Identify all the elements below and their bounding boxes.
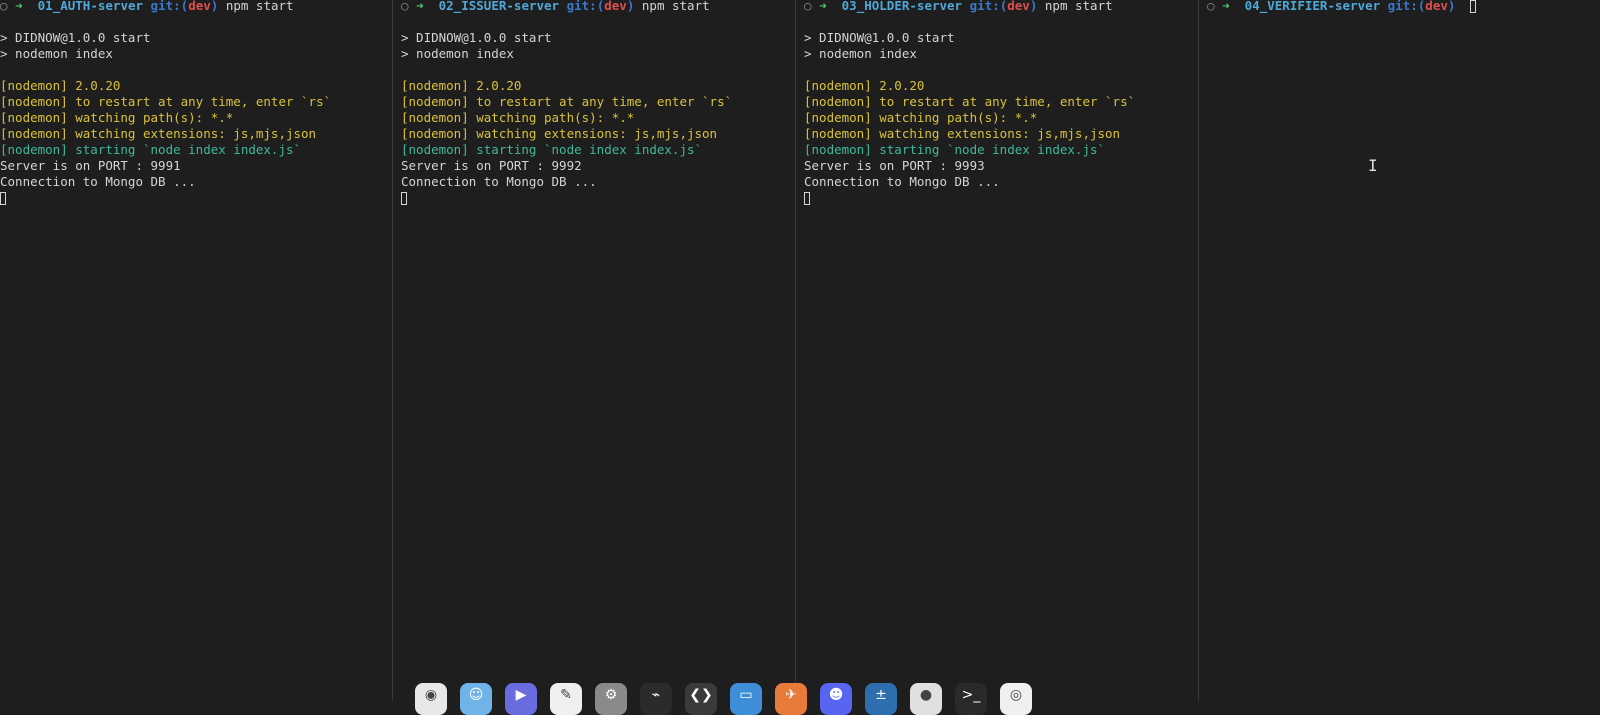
macos-dock: ◉ ☺ ▶ ✎ ⚙ ⌁ ❮❯ ▭ ✈ ☻ ± ● >_ ◎ [415,683,1032,715]
prompt-git-label: git:( [969,0,1008,13]
output-line: Server is on PORT : 9991 [0,158,181,173]
terminal-output: ○ ➜ 03_HOLDER-server git:(dev) npm start… [804,0,1194,206]
terminal-cursor [1470,0,1477,13]
output-line: Connection to Mongo DB ... [0,174,196,189]
prompt-git-label: git:( [566,0,605,13]
output-line: [nodemon] starting `node index index.js` [804,142,1106,157]
prompt-git-branch: dev [604,0,627,13]
terminal-cursor-line [0,190,388,206]
postman-icon[interactable]: ✈ [775,683,807,715]
output-line: Server is on PORT : 9993 [804,158,985,173]
output-line: Server is on PORT : 9992 [401,158,582,173]
terminal-cursor-line [401,190,791,206]
output-line: Connection to Mongo DB ... [804,174,1000,189]
prompt-directory: 02_ISSUER-server [438,0,560,13]
calculator-icon[interactable]: ± [865,683,897,715]
prompt-status-icon: ○ [401,0,409,13]
prompt-directory: 04_VERIFIER-server [1244,0,1381,13]
terminal-cursor-line [804,190,1194,206]
terminal-pane-auth-server[interactable]: ○ ➜ 01_AUTH-server git:(dev) npm start > … [0,0,393,701]
system-preferences-icon[interactable]: ⚙ [595,683,627,715]
output-line: [nodemon] watching path(s): *.* [0,110,234,125]
finder-icon[interactable]: ☺ [460,683,492,715]
terminal-pane-holder-server[interactable]: ○ ➜ 03_HOLDER-server git:(dev) npm start… [796,0,1199,701]
output-line: [nodemon] watching path(s): *.* [401,110,635,125]
output-line: [nodemon] 2.0.20 [401,78,522,93]
output-line: [nodemon] starting `node index index.js` [401,142,703,157]
prompt-status-icon: ○ [0,0,8,13]
activity-monitor-icon[interactable]: ⌁ [640,683,672,715]
prompt-status-icon: ○ [1207,0,1215,13]
textedit-icon[interactable]: ✎ [550,683,582,715]
output-line: > nodemon index [0,46,113,61]
prompt-status-icon: ○ [804,0,812,13]
prompt-git-branch: dev [188,0,211,13]
prompt-git-close: ) [1447,0,1456,13]
shell-prompt-line: ○ ➜ 04_VERIFIER-server git:(dev) [1207,0,1596,14]
output-line: [nodemon] 2.0.20 [804,78,925,93]
prompt-git-close: ) [626,0,635,13]
output-line: Connection to Mongo DB ... [401,174,597,189]
prompt-git-close: ) [1029,0,1038,13]
zoom-icon[interactable]: ▶ [505,683,537,715]
prompt-arrow-icon: ➜ [416,0,424,13]
prompt-arrow-icon: ➜ [15,0,23,13]
github-desktop-icon[interactable]: ● [910,683,942,715]
prompt-command: npm start [225,0,294,13]
browser-window-icon[interactable]: ▭ [730,683,762,715]
prompt-command: npm start [641,0,710,13]
discord-icon[interactable]: ☻ [820,683,852,715]
prompt-directory: 03_HOLDER-server [841,0,963,13]
terminal-icon[interactable]: >_ [955,683,987,715]
prompt-git-branch: dev [1007,0,1030,13]
prompt-command: npm start [1044,0,1113,13]
terminal-cursor [0,192,6,205]
screenshot-icon[interactable]: ◎ [1000,683,1032,715]
output-line: [nodemon] to restart at any time, enter … [0,94,332,109]
shell-prompt-line: ○ ➜ 02_ISSUER-server git:(dev) npm start [401,0,791,14]
output-line: > nodemon index [804,46,917,61]
output-line: > DIDNOW@1.0.0 start [0,30,151,45]
prompt-git-branch: dev [1425,0,1448,13]
terminal-pane-issuer-server[interactable]: ○ ➜ 02_ISSUER-server git:(dev) npm start… [393,0,796,701]
prompt-git-label: git:( [150,0,189,13]
output-line: [nodemon] to restart at any time, enter … [401,94,733,109]
vscode-icon[interactable]: ❮❯ [685,683,717,715]
output-line: [nodemon] watching extensions: js,mjs,js… [804,126,1121,141]
output-line: [nodemon] watching extensions: js,mjs,js… [0,126,317,141]
terminal-output: ○ ➜ 04_VERIFIER-server git:(dev) [1207,0,1596,14]
output-line: [nodemon] watching path(s): *.* [804,110,1038,125]
prompt-arrow-icon: ➜ [1222,0,1230,13]
terminal-output: ○ ➜ 01_AUTH-server git:(dev) npm start > … [0,0,388,206]
text-cursor-ibeam-icon: I [1368,156,1378,175]
prompt-git-close: ) [210,0,219,13]
output-line: > nodemon index [401,46,514,61]
output-line: [nodemon] watching extensions: js,mjs,js… [401,126,718,141]
shell-prompt-line: ○ ➜ 01_AUTH-server git:(dev) npm start [0,0,388,14]
output-line: [nodemon] 2.0.20 [0,78,121,93]
chrome-icon[interactable]: ◉ [415,683,447,715]
terminal-pane-verifier-server[interactable]: ○ ➜ 04_VERIFIER-server git:(dev) [1199,0,1600,701]
output-line: > DIDNOW@1.0.0 start [401,30,552,45]
terminal-split-panes: ○ ➜ 01_AUTH-server git:(dev) npm start > … [0,0,1600,701]
prompt-directory: 01_AUTH-server [37,0,144,13]
output-line: [nodemon] to restart at any time, enter … [804,94,1136,109]
output-line: > DIDNOW@1.0.0 start [804,30,955,45]
terminal-cursor [804,192,810,205]
prompt-git-label: git:( [1387,0,1426,13]
shell-prompt-line: ○ ➜ 03_HOLDER-server git:(dev) npm start [804,0,1194,14]
terminal-output: ○ ➜ 02_ISSUER-server git:(dev) npm start… [401,0,791,206]
terminal-cursor [401,192,407,205]
output-line: [nodemon] starting `node index index.js` [0,142,302,157]
prompt-arrow-icon: ➜ [819,0,827,13]
